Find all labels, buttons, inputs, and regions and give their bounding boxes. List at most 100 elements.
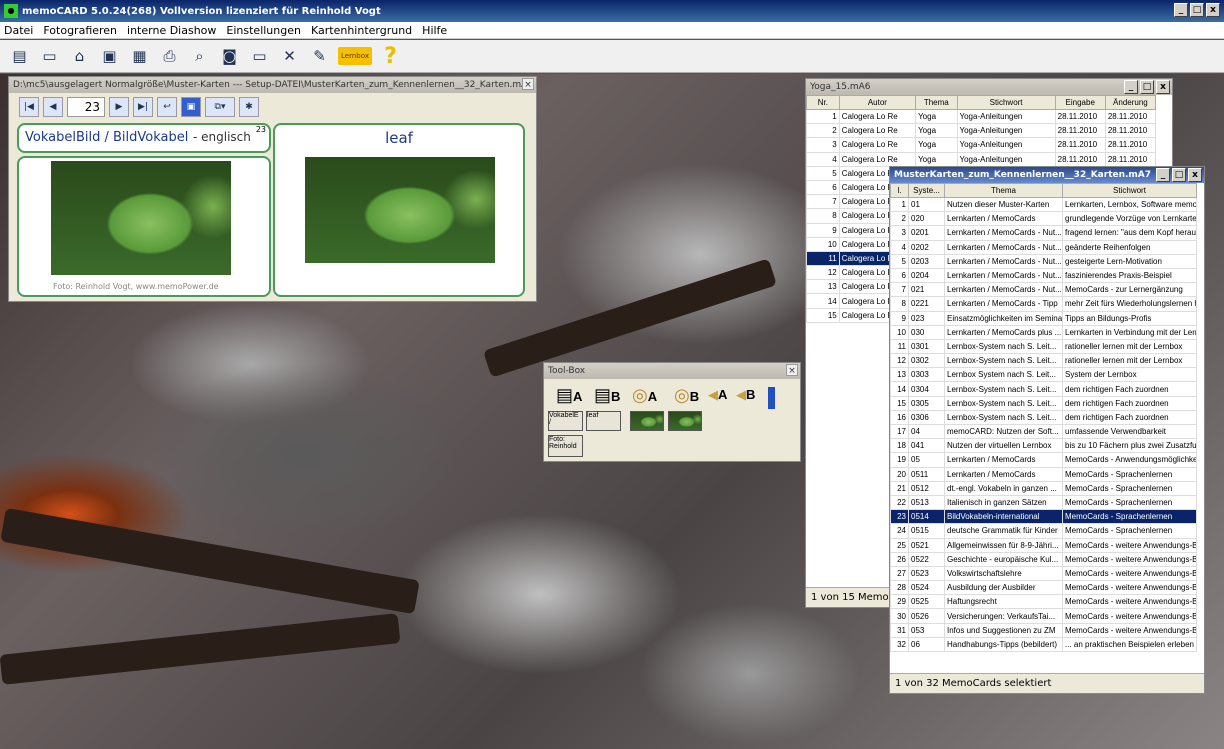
- help-icon[interactable]: ?: [379, 44, 402, 69]
- close-icon[interactable]: ×: [522, 78, 534, 90]
- edit-icon[interactable]: ✎: [308, 45, 331, 68]
- close-button[interactable]: x: [1156, 80, 1170, 94]
- card-number-field[interactable]: 23: [67, 97, 105, 117]
- table-row[interactable]: 3 Calogera Lo Re Yoga Yoga-Anleitungen 28.11…: [806, 137, 1157, 153]
- table-row[interactable]: 28 0524 Ausbildung der Ausbilder MemoCards …: [890, 580, 1197, 596]
- tools-icon[interactable]: ✕: [278, 45, 301, 68]
- table-row[interactable]: 25 0521 Allgemeinwissen für 8-9-Jähri... Me…: [890, 537, 1197, 553]
- column-header[interactable]: Syste...: [908, 183, 945, 198]
- home-icon[interactable]: ⌂: [68, 45, 91, 68]
- thumb-side-a[interactable]: VokabelE /: [548, 411, 583, 431]
- monitor-icon[interactable]: ▭: [248, 45, 271, 68]
- text-b-icon[interactable]: ▤B: [594, 385, 620, 406]
- audio-a-icon[interactable]: ◎A: [632, 385, 657, 406]
- menu-fotografieren[interactable]: Fotografieren: [43, 24, 117, 37]
- table-row[interactable]: 10 030 Lernkarten / MemoCards plus ... Lern…: [890, 324, 1197, 340]
- lernbox-icon[interactable]: Lernbox: [338, 47, 372, 65]
- table-row[interactable]: 23 0514 BildVokabeln-international MemoCard…: [890, 509, 1197, 525]
- save-as-icon[interactable]: ▦: [128, 45, 151, 68]
- audio-b-icon[interactable]: ◎B: [674, 385, 699, 406]
- table-row[interactable]: 1 01 Nutzen dieser Muster-Karten Lernkarten…: [890, 196, 1197, 213]
- new-card-icon[interactable]: ▤: [8, 45, 31, 68]
- table-row[interactable]: 1 Calogera Lo Re Yoga Yoga-Anleitungen 28.11…: [806, 108, 1157, 125]
- minimize-button[interactable]: _: [1124, 80, 1138, 94]
- table-row[interactable]: 19 05 Lernkarten / MemoCards MemoCards - An…: [890, 452, 1197, 468]
- table-row[interactable]: 17 04 memoCARD: Nutzen der Soft... umfassen…: [890, 423, 1197, 440]
- table-row[interactable]: 8 0221 Lernkarten / MemoCards - Tipp mehr Z…: [890, 296, 1197, 312]
- column-header[interactable]: Nr.: [806, 95, 840, 110]
- table-row[interactable]: 22 0513 Italienisch in ganzen Sätzen MemoCa…: [890, 494, 1197, 511]
- column-header[interactable]: Thema: [915, 95, 958, 110]
- minimize-button[interactable]: _: [1174, 3, 1188, 17]
- thumb-photo-credit[interactable]: Foto: Reinhold: [548, 435, 583, 457]
- column-header[interactable]: Autor: [838, 95, 917, 110]
- camera-icon[interactable]: ◙: [218, 45, 241, 68]
- thumb-image-a[interactable]: [630, 411, 664, 431]
- print-icon[interactable]: ⎙: [158, 45, 181, 68]
- maximize-button[interactable]: □: [1172, 168, 1186, 182]
- table-row[interactable]: 2 020 Lernkarten / MemoCards grundlegende V…: [890, 211, 1197, 227]
- table-row[interactable]: 13 0303 Lernbox System nach S. Leit... Syst…: [890, 367, 1197, 383]
- thumb-image-b[interactable]: [668, 411, 702, 431]
- search-icon[interactable]: ⌕: [188, 45, 211, 68]
- maximize-button[interactable]: □: [1190, 3, 1204, 17]
- save-icon[interactable]: ▣: [98, 45, 121, 68]
- table-row[interactable]: 21 0512 dt.-engl. Vokabeln in ganzen ... Me…: [890, 480, 1197, 496]
- close-icon[interactable]: ×: [786, 364, 798, 376]
- minimize-button[interactable]: _: [1156, 168, 1170, 182]
- table-row[interactable]: 12 0302 Lernbox-System nach S. Leit... rati…: [890, 353, 1197, 369]
- column-header[interactable]: Thema: [944, 183, 1063, 198]
- column-header[interactable]: Stichwort: [956, 95, 1056, 110]
- table-row[interactable]: 14 0304 Lernbox-System nach S. Leit... dem …: [890, 381, 1197, 397]
- table-row[interactable]: 30 0526 Versicherungen: VerkaufsTai... Memo…: [890, 608, 1197, 624]
- open-folder-icon[interactable]: ▭: [38, 45, 61, 68]
- table-row[interactable]: 31 053 Infos und Suggestionen zu ZM MemoCar…: [890, 622, 1197, 638]
- last-icon[interactable]: ▶|: [133, 97, 153, 117]
- close-button[interactable]: x: [1188, 168, 1202, 182]
- first-icon[interactable]: |◀: [19, 97, 39, 117]
- close-button[interactable]: x: [1206, 3, 1220, 17]
- thumb-side-b[interactable]: leaf: [586, 411, 621, 431]
- table-row[interactable]: 7 021 Lernkarten / MemoCards - Nut... MemoC…: [890, 282, 1197, 298]
- toolbox-window[interactable]: Tool-Box × ▤A ▤B ◎A ◎B ◀A ◀B VokabelE / …: [543, 362, 801, 462]
- table-row[interactable]: 11 0301 Lernbox-System nach S. Leit... rati…: [890, 338, 1197, 355]
- next-icon[interactable]: ▶: [109, 97, 129, 117]
- text-a-icon[interactable]: ▤A: [556, 385, 582, 406]
- flag-strip-icon[interactable]: [768, 387, 775, 409]
- table-row[interactable]: 24 0515 deutsche Grammatik für Kinder MemoC…: [890, 523, 1197, 539]
- table-row[interactable]: 2 Calogera Lo Re Yoga Yoga-Anleitungen 28.11…: [806, 123, 1157, 139]
- menu-einstellungen[interactable]: Einstellungen: [226, 24, 301, 37]
- table-row[interactable]: 29 0525 Haftungsrecht MemoCards - weitere A…: [890, 594, 1197, 610]
- table-row[interactable]: 18 041 Nutzen der virtuellen Lernbox bis zu…: [890, 438, 1197, 454]
- musterkarten-list-window[interactable]: MusterKarten_zum_Kennenlernen__32_Karten…: [889, 166, 1205, 694]
- copy-icon[interactable]: ⧉▾: [205, 97, 235, 117]
- table-row[interactable]: 5 0203 Lernkarten / MemoCards - Nut... gest…: [890, 253, 1197, 269]
- table-row[interactable]: 9 023 Einsatzmöglichkeiten im Seminar Tipps…: [890, 310, 1197, 326]
- settings-icon[interactable]: ✱: [239, 97, 259, 117]
- table-row[interactable]: 27 0523 Volkswirtschaftslehre MemoCards - w…: [890, 565, 1197, 582]
- flag-icon[interactable]: ▣: [181, 97, 201, 117]
- column-header[interactable]: Änderung: [1104, 95, 1157, 110]
- menu-hilfe[interactable]: Hilfe: [422, 24, 447, 37]
- table-row[interactable]: 26 0522 Geschichte - europäische Kul... Mem…: [890, 551, 1197, 567]
- column-header[interactable]: l.: [890, 183, 909, 198]
- table-row[interactable]: 4 0202 Lernkarten / MemoCards - Nut... geän…: [890, 239, 1197, 255]
- back-icon[interactable]: ↩: [157, 97, 177, 117]
- column-header[interactable]: Stichwort: [1062, 183, 1197, 198]
- speaker-a-icon[interactable]: ◀A: [708, 387, 727, 403]
- table-row[interactable]: 15 0305 Lernbox-System nach S. Leit... dem …: [890, 395, 1197, 411]
- menu-datei[interactable]: Datei: [4, 24, 33, 37]
- table-row[interactable]: 16 0306 Lernbox-System nach S. Leit... dem …: [890, 409, 1197, 426]
- maximize-button[interactable]: □: [1140, 80, 1154, 94]
- table-row[interactable]: 3 0201 Lernkarten / MemoCards - Nut... frag…: [890, 225, 1197, 241]
- previous-icon[interactable]: ◀: [43, 97, 63, 117]
- table-row[interactable]: 20 0511 Lernkarten / MemoCards MemoCards - …: [890, 466, 1197, 482]
- menu-kartenhintergrund[interactable]: Kartenhintergrund: [311, 24, 412, 37]
- card-window[interactable]: D:\mc5\ausgelagert Normalgröße\Muster-Ka…: [8, 76, 537, 302]
- column-header[interactable]: Eingabe: [1054, 95, 1106, 110]
- speaker-b-icon[interactable]: ◀B: [736, 387, 755, 403]
- table-row[interactable]: 4 Calogera Lo Re Yoga Yoga-Anleitungen 28.11…: [806, 151, 1157, 167]
- table-row[interactable]: 6 0204 Lernkarten / MemoCards - Nut... fasz…: [890, 267, 1197, 284]
- table-row[interactable]: 32 06 Handhabungs-Tipps (bebildert)... an …: [890, 636, 1197, 653]
- menu-interne-diashow[interactable]: interne Diashow: [127, 24, 216, 37]
